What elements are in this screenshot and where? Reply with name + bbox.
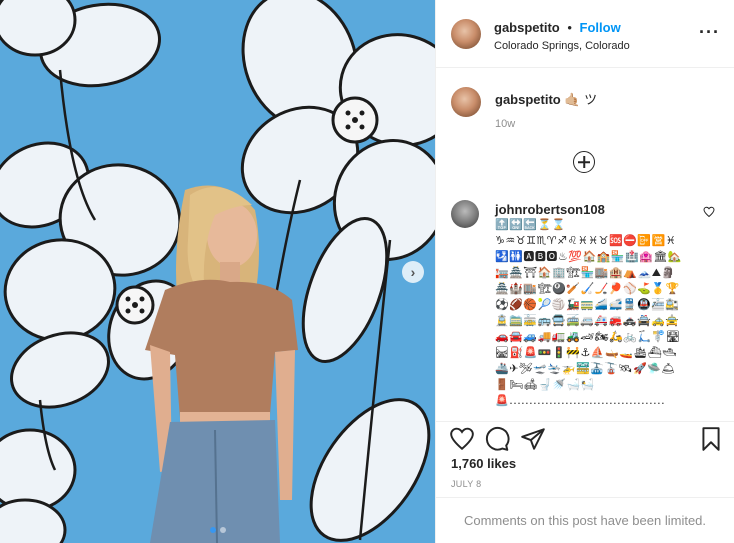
carousel-dot-active xyxy=(209,527,216,533)
avatar[interactable] xyxy=(451,19,481,49)
separator-dot: • xyxy=(567,20,572,35)
carousel-dots xyxy=(0,527,435,533)
caption-timestamp[interactable]: 10w xyxy=(495,118,515,130)
post-sidebar: gabspetito • Follow Colorado Springs, Co… xyxy=(435,0,734,543)
header-name-line: gabspetito • Follow xyxy=(494,20,621,35)
post-header: gabspetito • Follow Colorado Springs, Co… xyxy=(436,0,734,68)
likes-count[interactable]: 1,760 likes xyxy=(451,456,516,471)
caption-text: gabspetito 🤙🏼 ツ xyxy=(495,89,597,108)
heart-icon[interactable] xyxy=(449,426,475,452)
header-username[interactable]: gabspetito xyxy=(494,20,560,35)
comment-username[interactable]: johnrobertson108 xyxy=(495,202,605,217)
post-date[interactable]: JULY 8 xyxy=(451,479,481,489)
more-options-icon[interactable]: ··· xyxy=(699,22,720,43)
share-icon[interactable] xyxy=(520,426,546,452)
comment-avatar[interactable] xyxy=(451,200,479,228)
comments-section[interactable]: gabspetito 🤙🏼 ツ 10w johnrobertson108 🔝🔛🔙… xyxy=(436,69,734,421)
caption-body: 🤙🏼 ツ xyxy=(564,92,598,107)
post-photo[interactable]: › xyxy=(0,0,435,543)
follow-button[interactable]: Follow xyxy=(580,20,621,35)
location-link[interactable]: Colorado Springs, Colorado xyxy=(494,40,630,52)
action-bar xyxy=(436,421,734,461)
carousel-dot xyxy=(219,527,226,533)
comments-limited-notice: Comments on this post have been limited. xyxy=(436,497,734,543)
bookmark-icon[interactable] xyxy=(698,426,724,452)
comment-text: 🔝🔛🔙⏳⌛♑♒♉♊♏♈♐♌♓♓♉🆘⛔📴🈺♓🛂🚻🅰🅱🅾♨💯🏠🏫🏪🏥🏩🏛🏡🏣🏯⛩🏠🏢… xyxy=(495,218,683,407)
mural-illustration xyxy=(0,0,435,543)
caption-avatar[interactable] xyxy=(451,87,481,117)
comment-heart-icon[interactable] xyxy=(703,206,715,218)
comment-icon[interactable] xyxy=(484,426,510,452)
load-more-comments-icon[interactable] xyxy=(573,151,595,173)
caption-username[interactable]: gabspetito xyxy=(495,92,561,107)
next-photo-button[interactable]: › xyxy=(402,261,424,283)
